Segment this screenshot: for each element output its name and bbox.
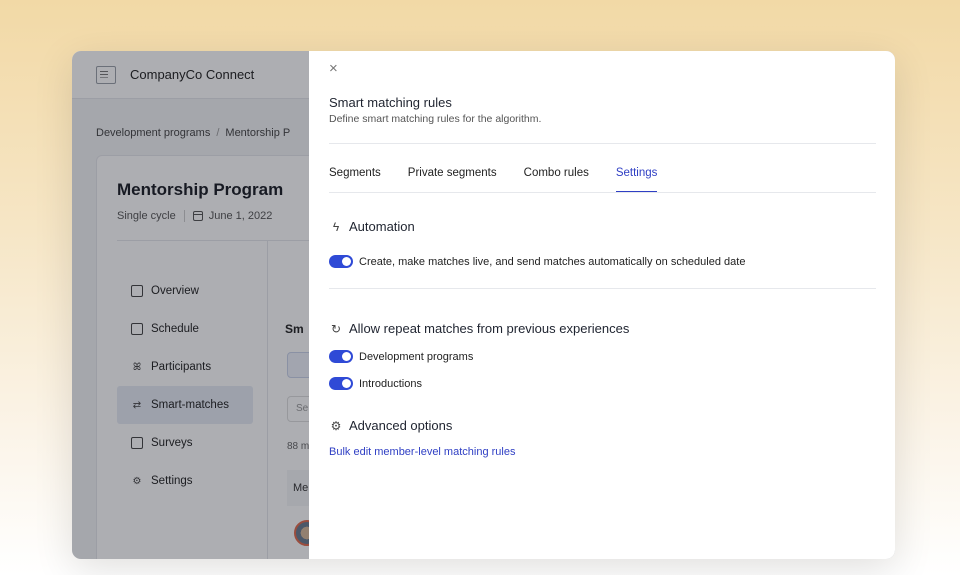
development-programs-toggle-row: Development programs <box>329 350 473 363</box>
divider <box>329 288 876 289</box>
close-icon[interactable]: × <box>329 61 338 76</box>
section-heading-label: Advanced options <box>349 418 453 433</box>
tab-private-segments[interactable]: Private segments <box>408 167 497 193</box>
advanced-options-heading: ⚙ Advanced options <box>329 418 453 433</box>
automation-toggle-row: Create, make matches live, and send matc… <box>329 255 745 268</box>
bulk-edit-link[interactable]: Bulk edit member-level matching rules <box>329 446 515 458</box>
development-programs-toggle[interactable] <box>329 350 353 363</box>
tab-combo-rules[interactable]: Combo rules <box>524 167 589 193</box>
automation-toggle[interactable] <box>329 255 353 268</box>
lightning-icon: ϟ <box>332 219 340 234</box>
toggle-label: Introductions <box>359 377 422 390</box>
app-window: CompanyCo Connect Development programs / M… <box>72 51 895 559</box>
gear-icon: ⚙ <box>330 418 342 433</box>
refresh-icon: ↻ <box>330 321 342 336</box>
tab-segments[interactable]: Segments <box>329 167 381 193</box>
automation-heading: ϟ Automation <box>329 219 415 234</box>
toggle-label: Create, make matches live, and send matc… <box>359 255 746 268</box>
tab-settings[interactable]: Settings <box>615 167 658 193</box>
introductions-toggle[interactable] <box>329 377 353 390</box>
divider <box>329 143 876 144</box>
introductions-toggle-row: Introductions <box>329 377 422 390</box>
toggle-label: Development programs <box>359 350 474 363</box>
section-heading-label: Allow repeat matches from previous exper… <box>349 321 630 336</box>
divider <box>329 192 876 193</box>
tab-bar: Segments Private segments Combo rules Se… <box>329 167 658 193</box>
drawer-subtitle: Define smart matching rules for the algo… <box>329 113 542 125</box>
section-heading-label: Automation <box>349 219 415 234</box>
drawer-title: Smart matching rules <box>329 95 452 110</box>
repeat-matches-heading: ↻ Allow repeat matches from previous exp… <box>329 321 629 336</box>
smart-matching-drawer: × Smart matching rules Define smart matc… <box>309 51 895 559</box>
